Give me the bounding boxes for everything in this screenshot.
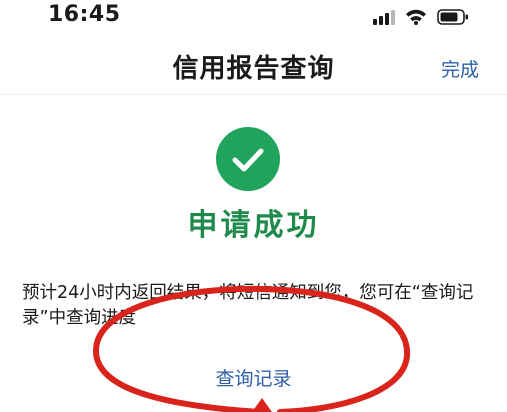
nav-bar: 信用报告查询 完成 [0,40,507,95]
page-title: 信用报告查询 [172,54,335,84]
checkmark-icon [216,127,280,191]
status-icons [373,5,469,25]
query-records-link[interactable]: 查询记录 [0,364,507,391]
signal-icon [373,9,395,25]
success-title: 申请成功 [187,208,320,243]
wifi-icon [405,8,427,25]
done-button[interactable]: 完成 [441,55,479,82]
status-time: 16:45 [48,2,121,27]
battery-icon [437,9,469,25]
status-bar: 16:45 [0,0,507,34]
result-description: 预计24小时内返回结果，将短信通知到您，您可在“查询记录”中查询进度 [22,283,474,328]
